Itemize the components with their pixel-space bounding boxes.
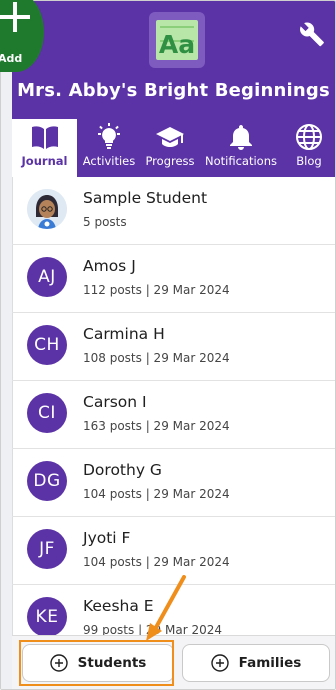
student-post-info: 112 posts | 29 Mar 2024	[83, 283, 230, 297]
tab-journal[interactable]: Journal	[12, 119, 77, 177]
avatar: CH	[27, 325, 67, 365]
student-name: Carmina H	[83, 325, 165, 343]
school-name: Mrs. Abby's Bright Beginnings	[17, 80, 330, 101]
list-item[interactable]: Sample Student 5 posts	[12, 177, 335, 245]
tab-blog[interactable]: Blog	[283, 119, 335, 177]
lightbulb-icon	[98, 123, 120, 149]
student-post-info: 163 posts | 29 Mar 2024	[83, 419, 230, 433]
avatar: JF	[27, 529, 67, 569]
tab-progress[interactable]: Progress	[141, 119, 199, 177]
add-circle-icon	[49, 654, 68, 672]
students-button-label: Students	[77, 655, 147, 671]
list-item[interactable]: AJ Amos J 112 posts | 29 Mar 2024	[12, 245, 335, 313]
plus-icon	[0, 2, 30, 32]
list-item[interactable]: DG Dorothy G 104 posts | 29 Mar 2024	[12, 449, 335, 517]
tab-label: Journal	[21, 154, 68, 168]
avatar: CI	[27, 393, 67, 433]
logo-text: Aa	[158, 30, 196, 59]
list-item[interactable]: JF Jyoti F 104 posts | 29 Mar 2024	[12, 517, 335, 585]
families-button-label: Families	[238, 655, 302, 671]
student-avatar-icon	[27, 189, 67, 229]
graduation-cap-icon	[156, 127, 184, 147]
tab-label: Notifications	[205, 154, 277, 168]
list-item[interactable]: CI Carson I 163 posts | 29 Mar 2024	[12, 381, 335, 449]
avatar: AJ	[27, 257, 67, 297]
class-logo: Aa	[149, 12, 205, 68]
avatar: KE	[27, 597, 67, 637]
add-circle-icon	[210, 654, 229, 672]
add-button-label: Add	[0, 52, 23, 65]
students-button[interactable]: Students	[22, 644, 174, 682]
tab-activities[interactable]: Activities	[77, 119, 141, 177]
avatar: DG	[27, 461, 67, 501]
app-header: Aa Mrs. Abby's Bright Beginnings	[12, 1, 335, 119]
globe-icon	[296, 124, 322, 150]
app-window: Aa Mrs. Abby's Bright Beginnings Journal…	[0, 0, 336, 690]
main-tabs: Journal Activities Progress Notification…	[12, 119, 335, 177]
wrench-icon[interactable]	[299, 21, 325, 47]
student-name: Sample Student	[83, 189, 208, 207]
student-list: Sample Student 5 posts AJ Amos J 112 pos…	[12, 177, 335, 653]
bell-icon	[230, 125, 252, 150]
student-name: Keesha E	[83, 597, 154, 615]
tab-label: Blog	[296, 154, 322, 168]
tab-notifications[interactable]: Notifications	[199, 119, 283, 177]
bottom-bar: Students Families	[12, 635, 335, 689]
student-post-info: 104 posts | 29 Mar 2024	[83, 555, 230, 569]
avatar	[27, 189, 67, 229]
student-post-info: 108 posts | 29 Mar 2024	[83, 351, 230, 365]
families-button[interactable]: Families	[182, 644, 330, 682]
book-icon	[31, 126, 58, 149]
list-item[interactable]: CH Carmina H 108 posts | 29 Mar 2024	[12, 313, 335, 381]
student-name: Carson I	[83, 393, 147, 411]
student-name: Amos J	[83, 257, 136, 275]
student-post-info: 5 posts	[83, 215, 127, 229]
tab-label: Progress	[145, 154, 195, 168]
student-post-info: 104 posts | 29 Mar 2024	[83, 487, 230, 501]
student-name: Dorothy G	[83, 461, 162, 479]
tab-label: Activities	[82, 154, 136, 168]
student-name: Jyoti F	[83, 529, 131, 547]
